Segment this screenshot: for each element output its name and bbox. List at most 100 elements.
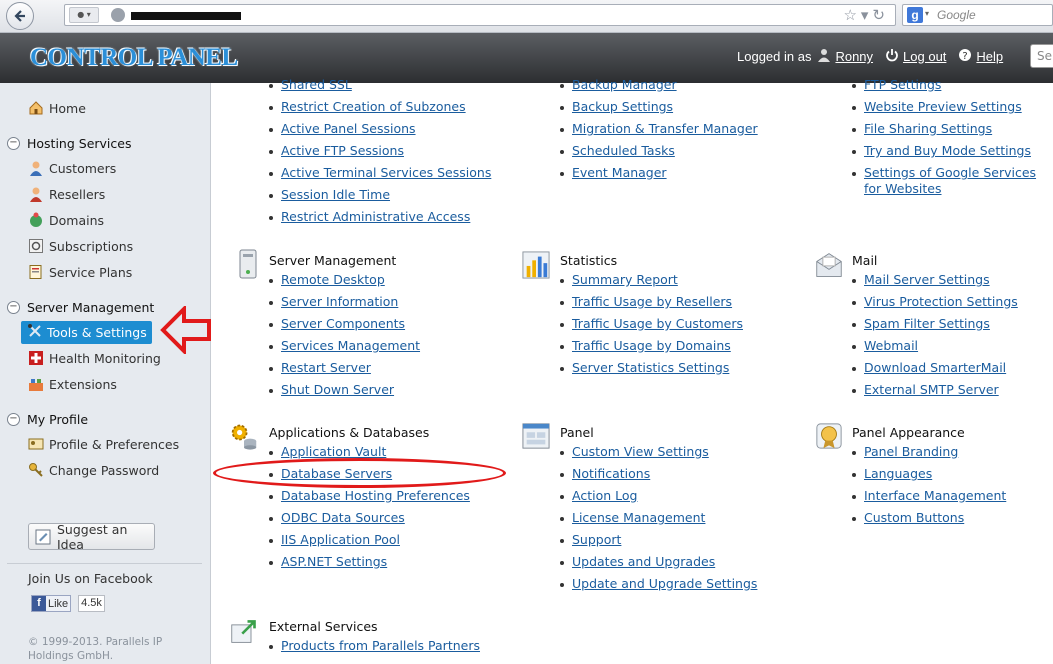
list-item[interactable]: Restrict Creation of Subzones: [269, 99, 466, 121]
list-item[interactable]: Server Information: [269, 294, 398, 316]
list-item[interactable]: Panel Branding: [852, 444, 958, 466]
list-item[interactable]: Server Statistics Settings: [560, 360, 729, 382]
list-item[interactable]: Session Idle Time: [269, 187, 390, 209]
list-item[interactable]: Restrict Administrative Access: [269, 209, 470, 231]
suggest-idea-button[interactable]: Suggest an Idea: [28, 522, 155, 552]
list-item[interactable]: Migration & Transfer Manager: [560, 121, 758, 143]
list-item[interactable]: IIS Application Pool: [269, 532, 400, 554]
list-item[interactable]: Updates and Upgrades: [560, 554, 715, 576]
link[interactable]: IIS Application Pool: [281, 532, 400, 548]
sidebar-item-home[interactable]: Home: [28, 98, 86, 118]
list-item[interactable]: Backup Settings: [560, 99, 673, 121]
list-item[interactable]: ODBC Data Sources: [269, 510, 405, 532]
list-item[interactable]: Shared SSL: [269, 77, 352, 99]
browser-search-input[interactable]: g ▾ Google: [902, 4, 1053, 26]
list-item[interactable]: Mail Server Settings: [852, 272, 990, 294]
link[interactable]: Restrict Administrative Access: [281, 209, 470, 225]
list-item[interactable]: Active Terminal Services Sessions: [269, 165, 491, 187]
list-item[interactable]: Remote Desktop: [269, 272, 385, 294]
link[interactable]: Download SmarterMail: [864, 360, 1006, 376]
list-item[interactable]: Custom View Settings: [560, 444, 709, 466]
link[interactable]: Settings of Google Services for Websites: [864, 165, 1053, 197]
chevron-down-icon[interactable]: ▾: [925, 9, 929, 18]
link[interactable]: Summary Report: [572, 272, 678, 288]
list-item[interactable]: External SMTP Server: [852, 382, 999, 404]
list-item[interactable]: Spam Filter Settings: [852, 316, 990, 338]
link[interactable]: Restart Server: [281, 360, 371, 376]
user-link[interactable]: Ronny: [835, 49, 873, 64]
list-item[interactable]: Server Components: [269, 316, 405, 338]
link[interactable]: Shut Down Server: [281, 382, 394, 398]
link[interactable]: File Sharing Settings: [864, 121, 992, 137]
sidebar-item-tools-settings[interactable]: Tools & Settings: [21, 321, 152, 344]
link[interactable]: FTP Settings: [864, 77, 941, 93]
list-item[interactable]: Restart Server: [269, 360, 371, 382]
list-item[interactable]: Webmail: [852, 338, 918, 360]
list-item[interactable]: Traffic Usage by Customers: [560, 316, 743, 338]
link[interactable]: External SMTP Server: [864, 382, 999, 398]
address-bar[interactable]: ● ▾ ☆▾↻: [64, 4, 896, 26]
link[interactable]: Products from Parallels Partners: [281, 638, 480, 654]
sidebar-item-subscriptions[interactable]: Subscriptions: [28, 236, 133, 256]
list-item[interactable]: Traffic Usage by Resellers: [560, 294, 732, 316]
link[interactable]: ODBC Data Sources: [281, 510, 405, 526]
link[interactable]: Interface Management: [864, 488, 1006, 504]
list-item[interactable]: File Sharing Settings: [852, 121, 992, 143]
sidebar-item-customers[interactable]: Customers: [28, 158, 116, 178]
link[interactable]: Notifications: [572, 466, 650, 482]
list-item[interactable]: FTP Settings: [852, 77, 941, 99]
link[interactable]: Scheduled Tasks: [572, 143, 675, 159]
link[interactable]: Languages: [864, 466, 932, 482]
list-item[interactable]: Try and Buy Mode Settings: [852, 143, 1031, 165]
list-item[interactable]: Database Hosting Preferences: [269, 488, 470, 510]
identity-button[interactable]: ● ▾: [69, 7, 99, 23]
group-my-profile[interactable]: − My Profile: [7, 409, 88, 429]
list-item[interactable]: Active Panel Sessions: [269, 121, 416, 143]
list-item[interactable]: Notifications: [560, 466, 650, 488]
list-item[interactable]: Scheduled Tasks: [560, 143, 675, 165]
link[interactable]: Services Management: [281, 338, 420, 354]
list-item[interactable]: Website Preview Settings: [852, 99, 1022, 121]
list-item[interactable]: Update and Upgrade Settings: [560, 576, 757, 598]
sidebar-item-resellers[interactable]: Resellers: [28, 184, 105, 204]
sidebar-item-domains[interactable]: Domains: [28, 210, 104, 230]
collapse-icon[interactable]: −: [7, 412, 20, 426]
link[interactable]: Traffic Usage by Resellers: [572, 294, 732, 310]
back-button[interactable]: [6, 2, 34, 30]
group-hosting-services[interactable]: − Hosting Services: [7, 133, 131, 153]
list-item[interactable]: Products from Parallels Partners: [269, 638, 480, 660]
help-link[interactable]: Help: [976, 49, 1003, 64]
bookmark-reload-icons[interactable]: ☆▾↻: [843, 6, 889, 24]
list-item[interactable]: Download SmarterMail: [852, 360, 1006, 382]
link[interactable]: Panel Branding: [864, 444, 958, 460]
list-item[interactable]: Support: [560, 532, 621, 554]
sidebar-item-service-plans[interactable]: Service Plans: [28, 262, 132, 282]
link[interactable]: Active Panel Sessions: [281, 121, 416, 137]
link[interactable]: Traffic Usage by Customers: [572, 316, 743, 332]
link[interactable]: Shared SSL: [281, 77, 352, 93]
list-item[interactable]: Backup Manager: [560, 77, 677, 99]
sidebar-item-health-monitoring[interactable]: Health Monitoring: [28, 348, 161, 368]
list-item[interactable]: Active FTP Sessions: [269, 143, 404, 165]
logout-link[interactable]: Log out: [903, 49, 946, 64]
link[interactable]: Try and Buy Mode Settings: [864, 143, 1031, 159]
group-server-management[interactable]: − Server Management: [7, 297, 154, 317]
list-item[interactable]: Action Log: [560, 488, 637, 510]
list-item[interactable]: Shut Down Server: [269, 382, 394, 404]
list-item[interactable]: Event Manager: [560, 165, 667, 187]
link[interactable]: Backup Settings: [572, 99, 673, 115]
link[interactable]: Updates and Upgrades: [572, 554, 715, 570]
link[interactable]: Custom View Settings: [572, 444, 709, 460]
link[interactable]: License Management: [572, 510, 705, 526]
header-search-input[interactable]: Se: [1030, 44, 1053, 68]
link[interactable]: Webmail: [864, 338, 918, 354]
link[interactable]: ASP.NET Settings: [281, 554, 387, 570]
sidebar-item-extensions[interactable]: Extensions: [28, 374, 117, 394]
link[interactable]: Support: [572, 532, 621, 548]
link[interactable]: Restrict Creation of Subzones: [281, 99, 466, 115]
link[interactable]: Spam Filter Settings: [864, 316, 990, 332]
link[interactable]: Active FTP Sessions: [281, 143, 404, 159]
list-item[interactable]: Traffic Usage by Domains: [560, 338, 731, 360]
link[interactable]: Server Components: [281, 316, 405, 332]
list-item[interactable]: Interface Management: [852, 488, 1006, 510]
